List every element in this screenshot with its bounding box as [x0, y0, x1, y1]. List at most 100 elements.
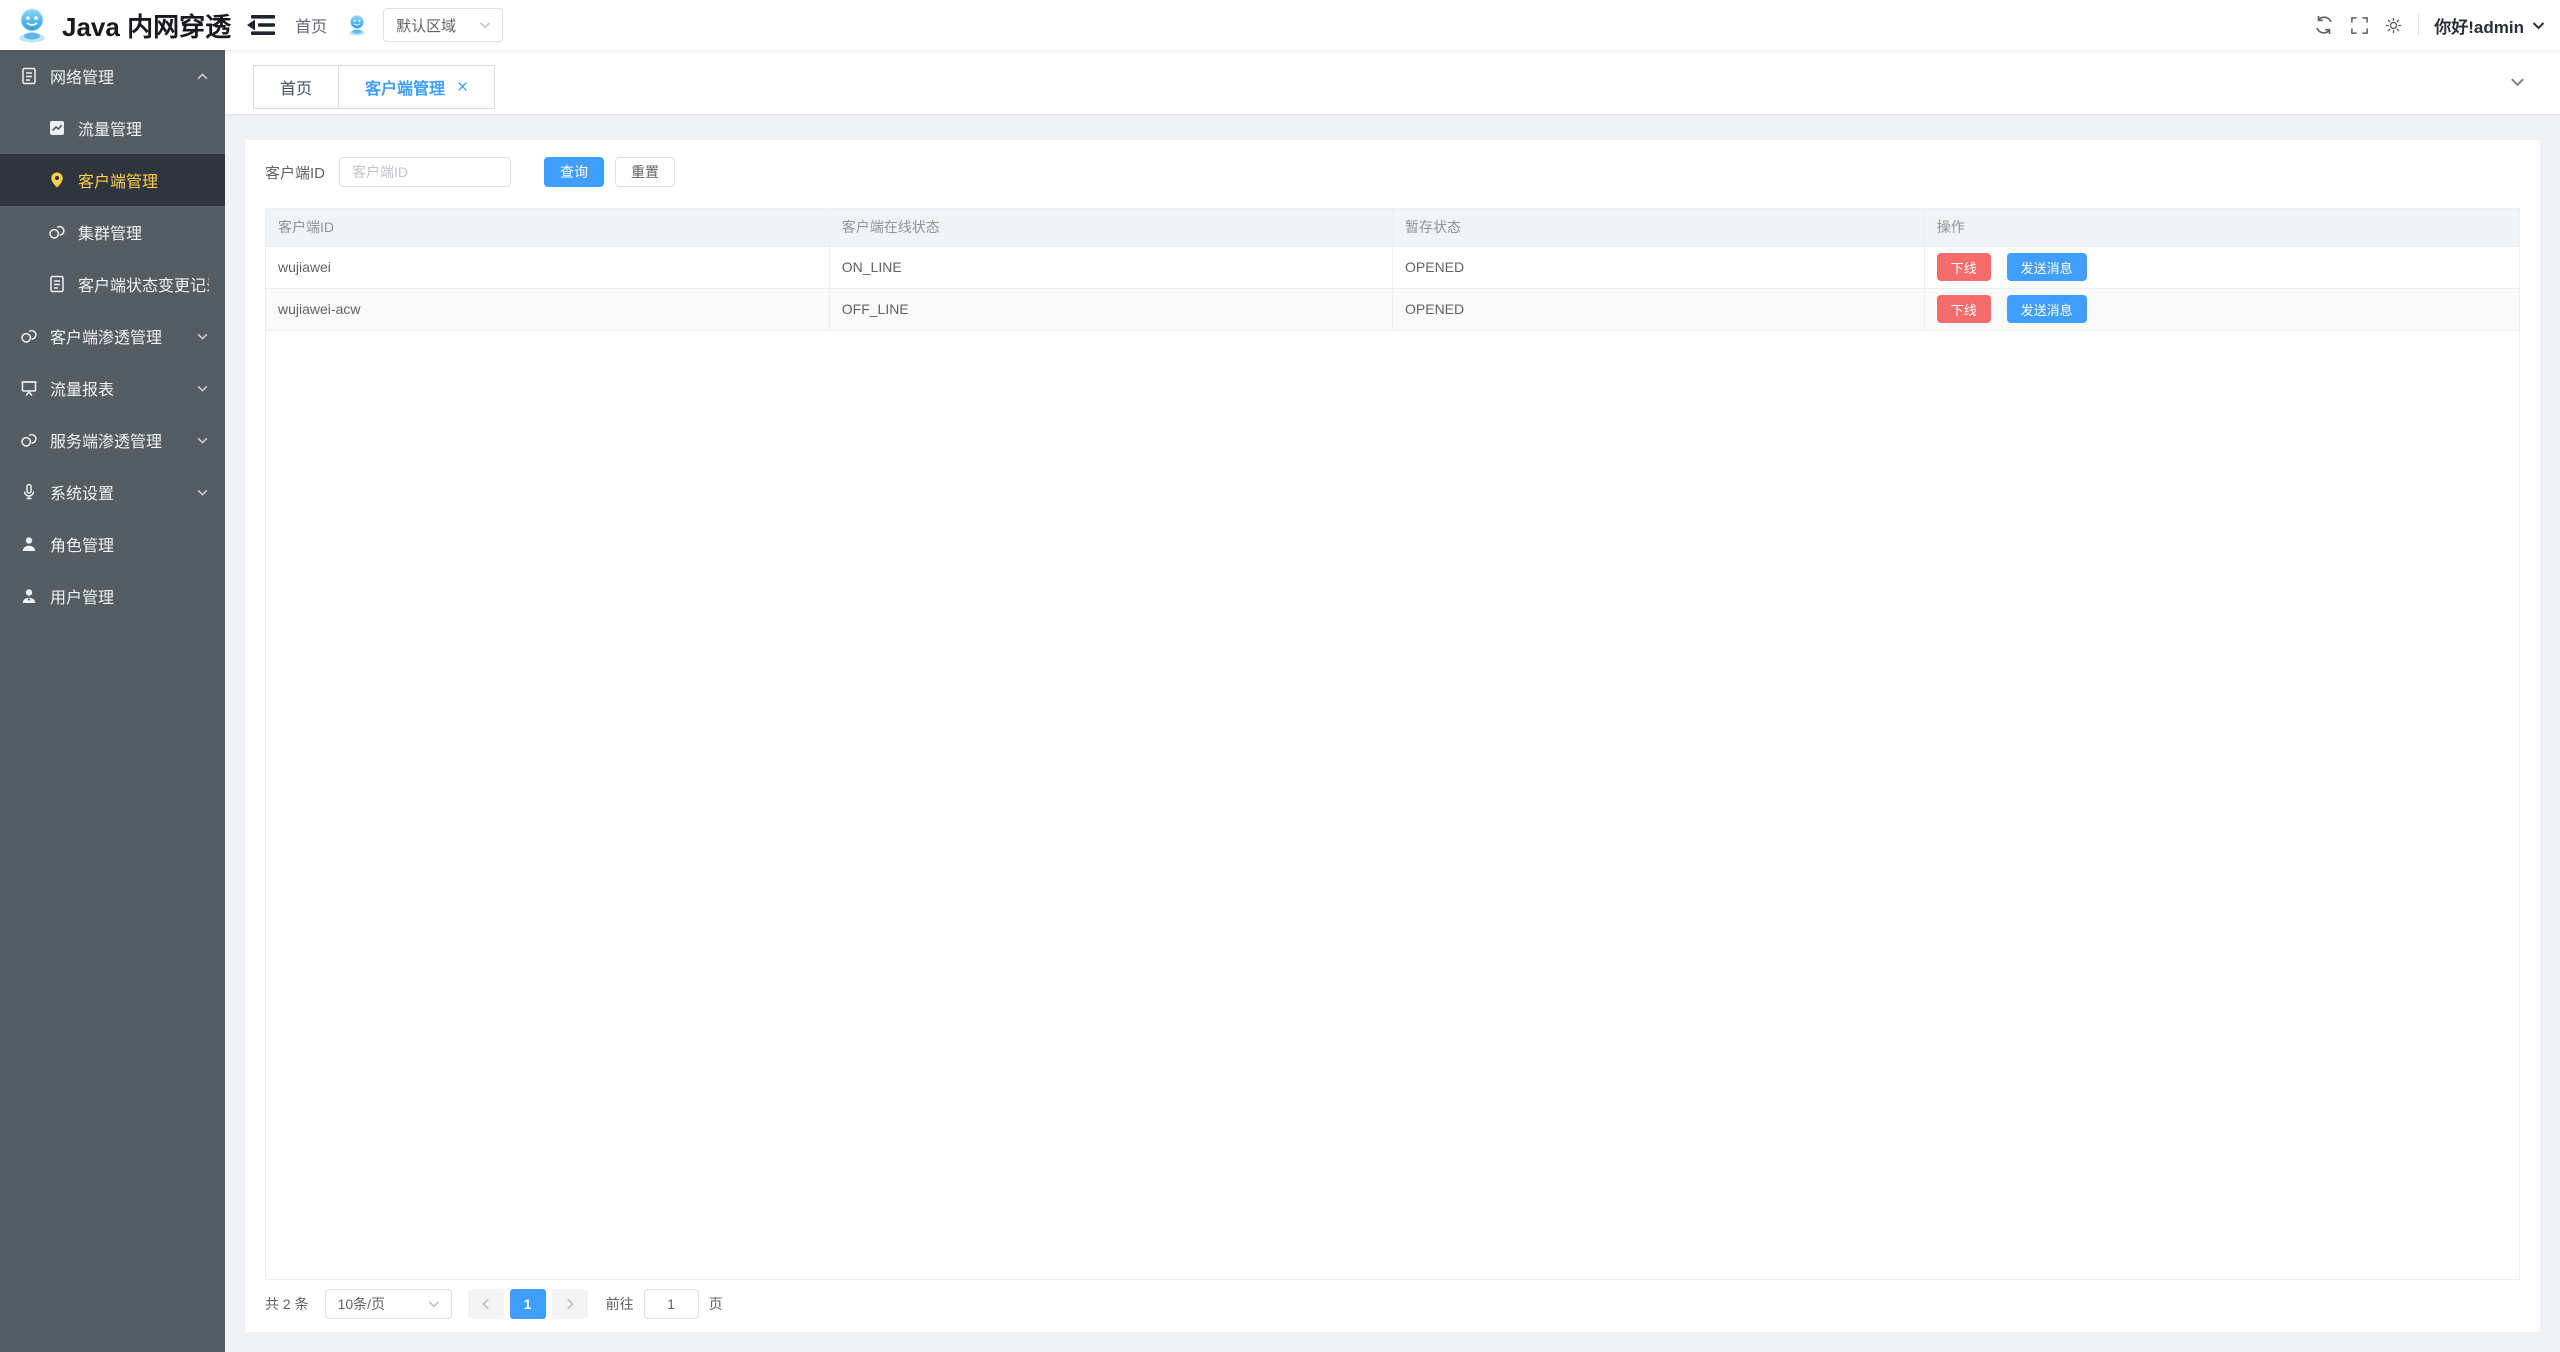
- cell-client-id: wujiawei: [266, 246, 829, 288]
- document-icon: [20, 67, 38, 85]
- query-button[interactable]: 查询: [544, 157, 604, 187]
- chevron-up-icon: [196, 70, 209, 83]
- document-icon: [48, 275, 66, 293]
- sidebar-item-label: 角色管理: [50, 532, 209, 556]
- page-number-button[interactable]: 1: [510, 1289, 546, 1319]
- chevron-down-icon: [196, 486, 209, 499]
- user-icon: [20, 535, 38, 553]
- cell-stash-status: OPENED: [1393, 246, 1925, 288]
- pagination: 共 2 条 10条/页 1 前往 页: [265, 1288, 2520, 1320]
- cell-actions: 下线 发送消息: [1924, 288, 2519, 330]
- column-header-client-id: 客户端ID: [266, 209, 829, 246]
- page-content: 客户端ID 查询 重置 客户端ID 客户端在线状态 暂存状态: [225, 115, 2560, 1352]
- cell-online-status: ON_LINE: [829, 246, 1392, 288]
- sidebar-item-role-management[interactable]: 角色管理: [0, 518, 225, 570]
- chart-icon: [48, 119, 66, 137]
- user-greeting: 你好!admin: [2434, 13, 2524, 38]
- sidebar-item-cluster-management[interactable]: 集群管理: [0, 206, 225, 258]
- client-id-label: 客户端ID: [265, 162, 325, 183]
- breadcrumb[interactable]: 首页: [295, 13, 327, 37]
- region-select[interactable]: 默认区域: [383, 8, 503, 42]
- microphone-icon: [20, 483, 38, 501]
- sidebar-item-label: 客户端渗透管理: [50, 324, 184, 348]
- client-id-input[interactable]: [339, 157, 511, 187]
- column-header-online-status: 客户端在线状态: [829, 209, 1392, 246]
- tab-label: 客户端管理: [365, 75, 445, 99]
- sidebar-item-label: 客户端管理: [78, 168, 209, 192]
- link-icon: [48, 223, 66, 241]
- region-logo-icon: [345, 13, 369, 37]
- top-navbar: Java 内网穿透 首页 默认区域: [0, 0, 2560, 50]
- sidebar-item-client-status-records[interactable]: 客户端状态变更记录: [0, 258, 225, 310]
- sidebar: 网络管理 流量管理 客户端管理 集群管理: [0, 50, 225, 1352]
- chevron-down-icon: [2531, 18, 2546, 33]
- sidebar-item-server-penetration[interactable]: 服务端渗透管理: [0, 414, 225, 466]
- sidebar-item-label: 服务端渗透管理: [50, 428, 184, 452]
- tab-label: 首页: [280, 75, 312, 99]
- table-row: wujiawei ON_LINE OPENED 下线 发送消息: [266, 246, 2519, 288]
- sidebar-item-traffic-management[interactable]: 流量管理: [0, 102, 225, 154]
- offline-button[interactable]: 下线: [1937, 295, 1991, 323]
- column-header-actions: 操作: [1924, 209, 2519, 246]
- app-logo-icon: [12, 5, 52, 45]
- next-page-button[interactable]: [552, 1289, 588, 1319]
- close-icon[interactable]: ×: [457, 78, 468, 97]
- location-pin-icon: [48, 171, 66, 189]
- cell-client-id: wujiawei-acw: [266, 288, 829, 330]
- sidebar-collapse-icon[interactable]: [247, 14, 275, 36]
- sidebar-item-label: 集群管理: [78, 220, 209, 244]
- app-title: Java 内网穿透: [62, 7, 231, 44]
- cell-online-status: OFF_LINE: [829, 288, 1392, 330]
- topbar-actions: 你好!admin: [2313, 13, 2560, 38]
- send-message-button[interactable]: 发送消息: [2007, 295, 2087, 323]
- chevron-down-icon: [196, 434, 209, 447]
- tags-view-bar: 首页 客户端管理 ×: [225, 50, 2560, 115]
- sidebar-item-network-management[interactable]: 网络管理: [0, 50, 225, 102]
- page-size-select[interactable]: 10条/页: [325, 1289, 452, 1319]
- tab-client-management[interactable]: 客户端管理 ×: [338, 65, 495, 109]
- sidebar-item-label: 流量管理: [78, 116, 209, 140]
- sidebar-item-client-penetration[interactable]: 客户端渗透管理: [0, 310, 225, 362]
- clients-table: 客户端ID 客户端在线状态 暂存状态 操作 wujiawei ON_LINE O…: [265, 208, 2520, 1280]
- table-row: wujiawei-acw OFF_LINE OPENED 下线 发送消息: [266, 288, 2519, 330]
- chevron-down-icon: [427, 1297, 441, 1311]
- board-icon: [20, 379, 38, 397]
- chevron-down-icon: [196, 382, 209, 395]
- sidebar-item-traffic-report[interactable]: 流量报表: [0, 362, 225, 414]
- offline-button[interactable]: 下线: [1937, 253, 1991, 281]
- refresh-icon[interactable]: [2313, 14, 2335, 36]
- main-area: 首页 客户端管理 × 客户端ID 查询 重置: [225, 50, 2560, 1352]
- settings-gear-icon[interactable]: [2384, 16, 2403, 35]
- page-size-value: 10条/页: [338, 1294, 385, 1314]
- logo-area: Java 内网穿透: [0, 5, 231, 45]
- sidebar-item-system-settings[interactable]: 系统设置: [0, 466, 225, 518]
- goto-page-input[interactable]: [644, 1289, 699, 1319]
- link-icon: [20, 431, 38, 449]
- region-select-value: 默认区域: [396, 15, 456, 36]
- user-icon: [20, 587, 38, 605]
- link-icon: [20, 327, 38, 345]
- sidebar-item-label: 用户管理: [50, 584, 209, 608]
- sidebar-item-label: 流量报表: [50, 376, 184, 400]
- prev-page-button[interactable]: [468, 1289, 504, 1319]
- search-form: 客户端ID 查询 重置: [265, 156, 2520, 188]
- chevron-down-icon: [196, 330, 209, 343]
- sidebar-item-label: 网络管理: [50, 64, 184, 88]
- sidebar-item-user-management[interactable]: 用户管理: [0, 570, 225, 622]
- chevron-down-icon: [478, 18, 492, 32]
- sidebar-item-client-management[interactable]: 客户端管理: [0, 154, 225, 206]
- goto-label: 前往: [606, 1294, 634, 1314]
- client-management-card: 客户端ID 查询 重置 客户端ID 客户端在线状态 暂存状态: [245, 140, 2540, 1332]
- sidebar-item-label: 客户端状态变更记录: [78, 272, 209, 296]
- fullscreen-icon[interactable]: [2350, 16, 2369, 35]
- cell-stash-status: OPENED: [1393, 288, 1925, 330]
- cell-actions: 下线 发送消息: [1924, 246, 2519, 288]
- tab-actions-chevron-icon[interactable]: [2509, 74, 2526, 91]
- table-header-row: 客户端ID 客户端在线状态 暂存状态 操作: [266, 209, 2519, 246]
- user-dropdown[interactable]: 你好!admin: [2434, 13, 2546, 38]
- tab-home[interactable]: 首页: [253, 65, 339, 109]
- divider: [2418, 14, 2419, 36]
- reset-button[interactable]: 重置: [615, 157, 675, 187]
- send-message-button[interactable]: 发送消息: [2007, 253, 2087, 281]
- page-unit-label: 页: [709, 1294, 723, 1314]
